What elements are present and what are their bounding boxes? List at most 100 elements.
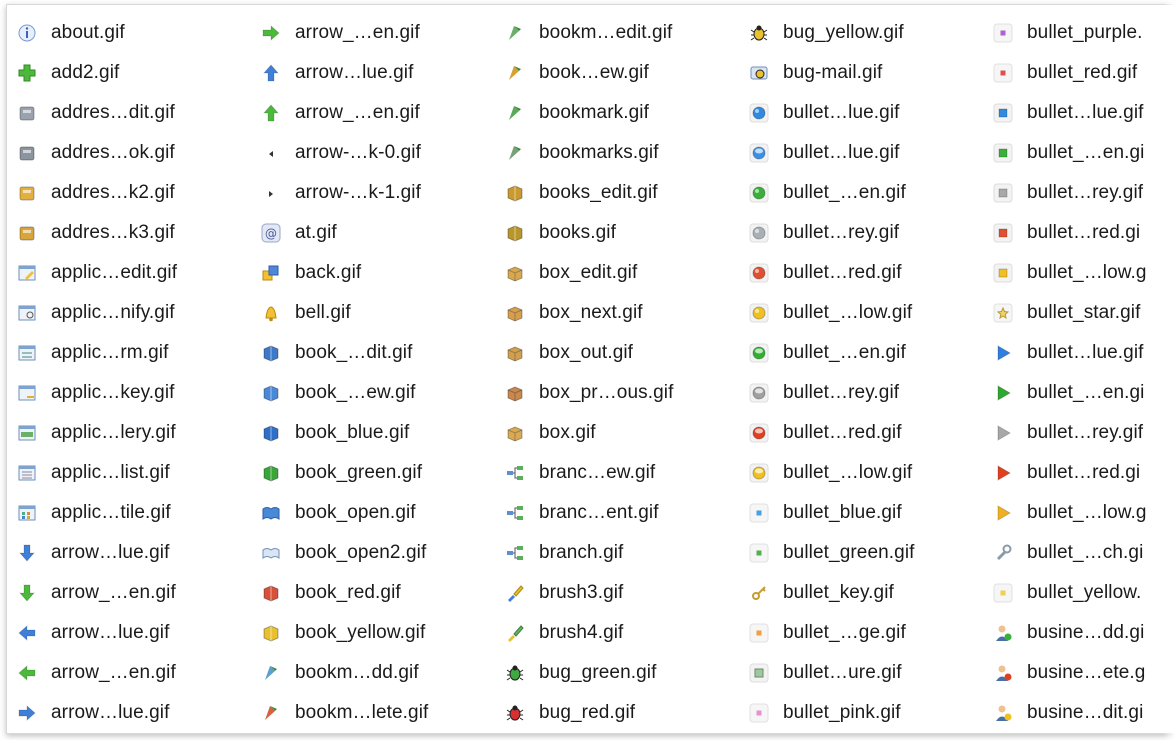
file-item[interactable]: bullet…rey.gif xyxy=(983,413,1175,453)
file-item[interactable]: add2.gif xyxy=(7,53,251,93)
file-item[interactable]: bookm…edit.gif xyxy=(495,13,739,53)
file-item[interactable]: busine…dit.gi xyxy=(983,693,1175,733)
file-item[interactable]: bullet_…en.gi xyxy=(983,133,1175,173)
file-item[interactable]: bullet…lue.gif xyxy=(983,333,1175,373)
file-item[interactable]: book_…dit.gif xyxy=(251,333,495,373)
file-item[interactable]: arrow…lue.gif xyxy=(7,613,251,653)
file-item[interactable]: bullet_green.gif xyxy=(739,533,983,573)
file-item[interactable]: bullet…red.gi xyxy=(983,453,1175,493)
file-item[interactable]: bullet_…en.gi xyxy=(983,373,1175,413)
file-item[interactable]: arrow…lue.gif xyxy=(7,533,251,573)
file-item[interactable]: bookm…dd.gif xyxy=(251,653,495,693)
file-item[interactable]: addres…k2.gif xyxy=(7,173,251,213)
file-item[interactable]: bullet_purple. xyxy=(983,13,1175,53)
file-item[interactable]: book…ew.gif xyxy=(495,53,739,93)
file-item[interactable]: bullet…lue.gif xyxy=(983,93,1175,133)
file-item[interactable]: branch.gif xyxy=(495,533,739,573)
file-item[interactable]: bullet_…en.gif xyxy=(739,173,983,213)
file-item[interactable]: bullet…ure.gif xyxy=(739,653,983,693)
file-item[interactable]: book_yellow.gif xyxy=(251,613,495,653)
file-item[interactable]: box_pr…ous.gif xyxy=(495,373,739,413)
file-item[interactable]: bullet_…ge.gif xyxy=(739,613,983,653)
file-item[interactable]: arrow_…en.gif xyxy=(251,13,495,53)
file-item[interactable]: @ at.gif xyxy=(251,213,495,253)
file-name: busine…dd.gi xyxy=(1027,622,1145,643)
file-name: bullet_purple. xyxy=(1027,22,1143,43)
bullet-ball-red-icon xyxy=(749,263,769,283)
file-name: bullet_…low.gif xyxy=(783,462,913,483)
file-item[interactable]: bullet_…ch.gi xyxy=(983,533,1175,573)
file-item[interactable]: bullet…rey.gif xyxy=(739,213,983,253)
file-item[interactable]: books_edit.gif xyxy=(495,173,739,213)
file-item[interactable]: applic…tile.gif xyxy=(7,493,251,533)
file-item[interactable]: bullet_key.gif xyxy=(739,573,983,613)
file-item[interactable]: bullet_blue.gif xyxy=(739,493,983,533)
file-item[interactable]: bullet_…en.gif xyxy=(739,333,983,373)
file-item[interactable]: busine…dd.gi xyxy=(983,613,1175,653)
file-item[interactable]: bullet_yellow. xyxy=(983,573,1175,613)
file-item[interactable]: addres…ok.gif xyxy=(7,133,251,173)
file-item[interactable]: branc…ew.gif xyxy=(495,453,739,493)
file-item[interactable]: bullet_…low.g xyxy=(983,493,1175,533)
file-item[interactable]: box.gif xyxy=(495,413,739,453)
file-item[interactable]: bullet_…low.gif xyxy=(739,453,983,493)
file-name: book_red.gif xyxy=(295,582,401,603)
file-item[interactable]: box_next.gif xyxy=(495,293,739,333)
file-item[interactable]: bug_green.gif xyxy=(495,653,739,693)
file-item[interactable]: applic…lery.gif xyxy=(7,413,251,453)
file-item[interactable]: brush4.gif xyxy=(495,613,739,653)
file-item[interactable]: arrow_…en.gif xyxy=(251,93,495,133)
file-item[interactable]: arrow-…k-0.gif xyxy=(251,133,495,173)
file-name: about.gif xyxy=(51,22,125,43)
file-item[interactable]: books.gif xyxy=(495,213,739,253)
file-item[interactable]: busine…ete.g xyxy=(983,653,1175,693)
file-item[interactable]: bug_red.gif xyxy=(495,693,739,733)
file-item[interactable]: arrow_…en.gif xyxy=(7,653,251,693)
file-item[interactable]: addres…k3.gif xyxy=(7,213,251,253)
file-item[interactable]: addres…dit.gif xyxy=(7,93,251,133)
file-item[interactable]: book_open2.gif xyxy=(251,533,495,573)
file-item[interactable]: applic…edit.gif xyxy=(7,253,251,293)
file-item[interactable]: bullet_…low.g xyxy=(983,253,1175,293)
file-item[interactable]: bullet…lue.gif xyxy=(739,133,983,173)
file-item[interactable]: arrow-…k-1.gif xyxy=(251,173,495,213)
file-item[interactable]: bell.gif xyxy=(251,293,495,333)
file-item[interactable]: arrow…lue.gif xyxy=(7,693,251,733)
file-item[interactable]: bullet_…low.gif xyxy=(739,293,983,333)
file-item[interactable]: bullet…lue.gif xyxy=(739,93,983,133)
file-item[interactable]: book_open.gif xyxy=(251,493,495,533)
file-item[interactable]: arrow_…en.gif xyxy=(7,573,251,613)
file-item[interactable]: bullet…red.gif xyxy=(739,413,983,453)
file-item[interactable]: bullet…rey.gif xyxy=(739,373,983,413)
file-item[interactable]: bullet…red.gi xyxy=(983,213,1175,253)
file-item[interactable]: bug_yellow.gif xyxy=(739,13,983,53)
file-name: applic…rm.gif xyxy=(51,342,169,363)
file-item[interactable]: applic…list.gif xyxy=(7,453,251,493)
file-item[interactable]: book_…ew.gif xyxy=(251,373,495,413)
file-item[interactable]: back.gif xyxy=(251,253,495,293)
file-item[interactable]: box_edit.gif xyxy=(495,253,739,293)
file-item[interactable]: branc…ent.gif xyxy=(495,493,739,533)
file-item[interactable]: bookm…lete.gif xyxy=(251,693,495,733)
file-name: applic…nify.gif xyxy=(51,302,175,323)
file-name: box_edit.gif xyxy=(539,262,638,283)
file-item[interactable]: book_blue.gif xyxy=(251,413,495,453)
file-item[interactable]: bullet…rey.gif xyxy=(983,173,1175,213)
file-item[interactable]: applic…nify.gif xyxy=(7,293,251,333)
file-item[interactable]: brush3.gif xyxy=(495,573,739,613)
file-item[interactable]: bookmark.gif xyxy=(495,93,739,133)
file-item[interactable]: bullet_red.gif xyxy=(983,53,1175,93)
file-item[interactable]: book_red.gif xyxy=(251,573,495,613)
file-item[interactable]: bullet_star.gif xyxy=(983,293,1175,333)
file-item[interactable]: book_green.gif xyxy=(251,453,495,493)
file-item[interactable]: bullet_pink.gif xyxy=(739,693,983,733)
file-item[interactable]: about.gif xyxy=(7,13,251,53)
file-name: bullet_key.gif xyxy=(783,582,894,603)
file-item[interactable]: applic…key.gif xyxy=(7,373,251,413)
file-item[interactable]: box_out.gif xyxy=(495,333,739,373)
file-item[interactable]: applic…rm.gif xyxy=(7,333,251,373)
file-item[interactable]: bookmarks.gif xyxy=(495,133,739,173)
file-item[interactable]: bug-mail.gif xyxy=(739,53,983,93)
file-item[interactable]: arrow…lue.gif xyxy=(251,53,495,93)
file-item[interactable]: bullet…red.gif xyxy=(739,253,983,293)
